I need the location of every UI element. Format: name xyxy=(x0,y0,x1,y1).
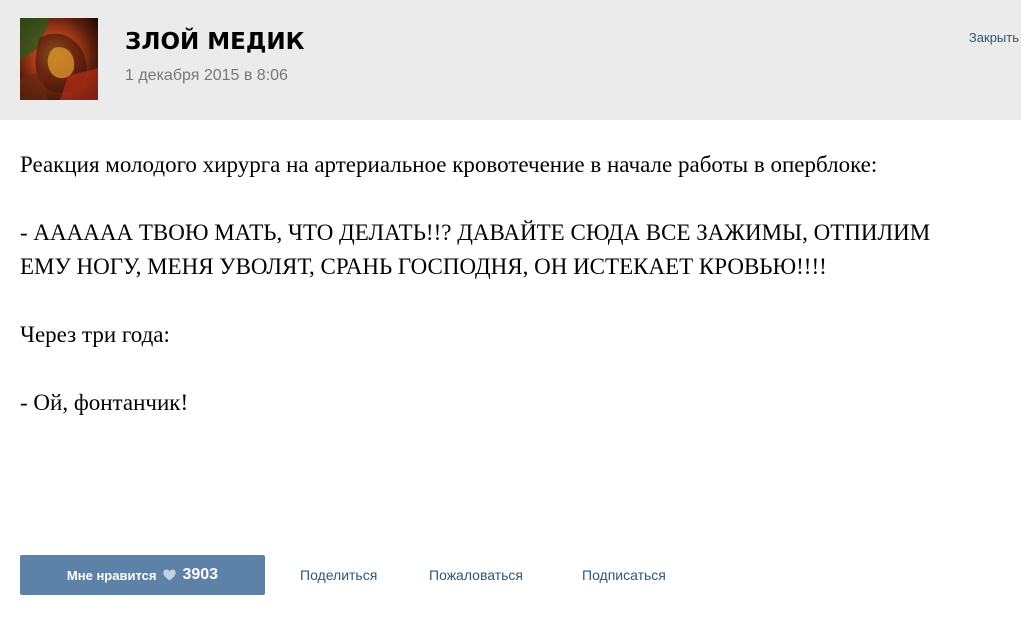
avatar[interactable] xyxy=(20,18,98,100)
post-paragraph: Реакция молодого хирурга на артериальное… xyxy=(20,152,878,177)
report-link[interactable]: Пожаловаться xyxy=(429,567,523,583)
like-button[interactable]: Мне нравится 3903 xyxy=(20,555,265,595)
post-header: ЗЛОЙ МЕДИК 1 декабря 2015 в 8:06 Закрыть xyxy=(0,0,1021,120)
avatar-image xyxy=(20,18,98,100)
share-link[interactable]: Поделиться xyxy=(300,567,377,583)
post-text: Реакция молодого хирурга на артериальное… xyxy=(20,148,1010,420)
post-paragraph: - Ой, фонтанчик! xyxy=(20,390,189,415)
post-actions: Мне нравится 3903 Поделиться Пожаловатьс… xyxy=(20,555,1010,595)
like-count: 3903 xyxy=(182,566,219,583)
like-label: Мне нравится xyxy=(66,567,157,583)
subscribe-link[interactable]: Подписаться xyxy=(582,567,666,583)
post-paragraph: - АААААА ТВОЮ МАТЬ, ЧТО ДЕЛАТЬ!!? ДАВАЙТ… xyxy=(20,220,931,279)
post-paragraph: Через три года: xyxy=(20,322,170,347)
author-name[interactable]: ЗЛОЙ МЕДИК xyxy=(125,29,304,55)
post-date[interactable]: 1 декабря 2015 в 8:06 xyxy=(125,67,288,85)
close-link[interactable]: Закрыть xyxy=(969,30,1019,45)
heart-icon xyxy=(163,569,177,581)
